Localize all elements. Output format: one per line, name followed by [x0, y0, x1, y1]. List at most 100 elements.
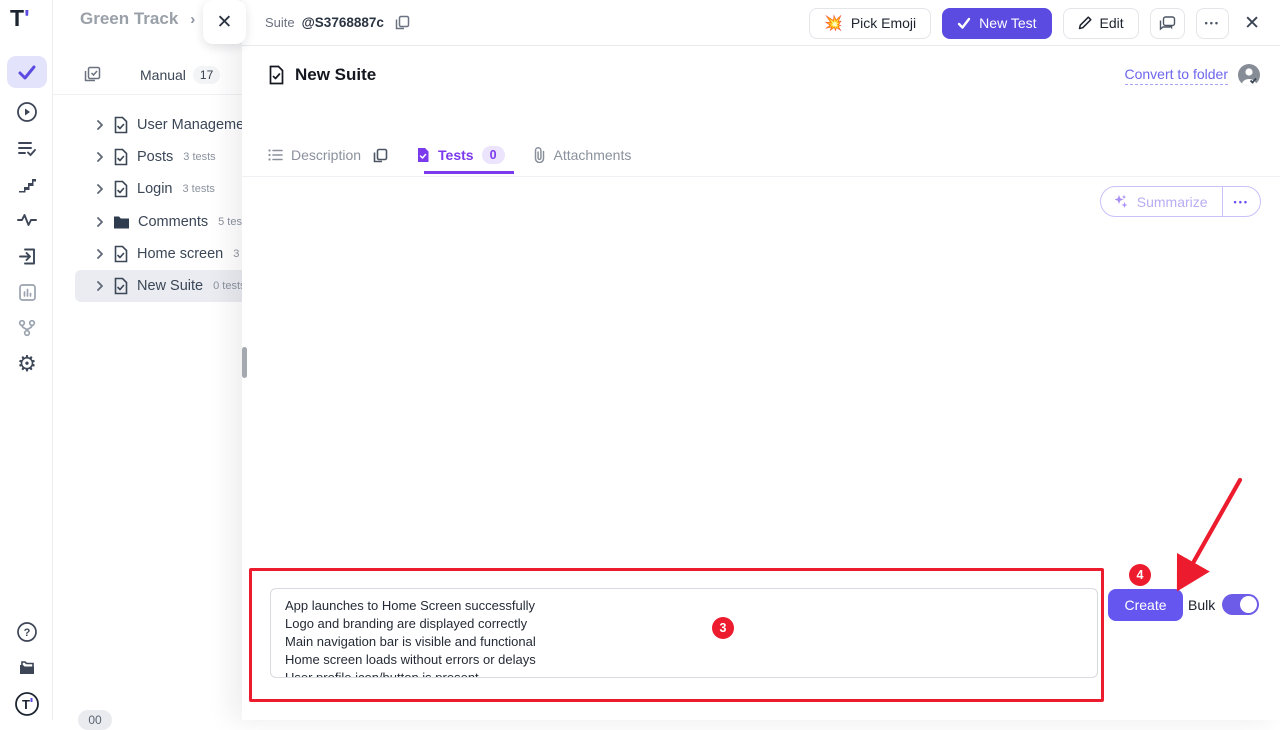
tree-label: New Suite — [137, 278, 203, 294]
rail-steps-icon[interactable] — [7, 168, 47, 200]
copy-icon[interactable] — [395, 15, 410, 30]
suite-doc-icon — [113, 180, 129, 198]
pencil-icon — [1078, 16, 1092, 30]
suite-id-value: @S3768887c — [302, 15, 384, 30]
tree-count: 0 tests — [213, 280, 245, 292]
suite-doc-icon — [268, 65, 285, 85]
manual-count-badge: 17 — [193, 66, 220, 84]
suite-id-label: Suite — [265, 15, 295, 30]
breadcrumb-project[interactable]: Green Track — [80, 9, 178, 29]
create-button[interactable]: Create — [1108, 589, 1183, 621]
summarize-more-button[interactable]: ••• — [1222, 187, 1260, 216]
suite-detail-panel: Suite @S3768887c 💥 Pick Emoji New Test E… — [242, 0, 1280, 720]
tree-label: Posts — [137, 149, 173, 165]
annotation-step-4: 4 — [1129, 564, 1151, 586]
tab-manual-label: Manual — [140, 67, 186, 83]
bulk-label: Bulk — [1188, 597, 1215, 613]
rail-runs-icon[interactable] — [7, 96, 47, 128]
tab-manual[interactable]: Manual 17 — [140, 66, 220, 84]
tree-label: Login — [137, 181, 172, 197]
sparkles-icon — [1113, 194, 1129, 210]
rail-test-plans-icon[interactable] — [7, 132, 47, 164]
emoji-icon: 💥 — [824, 14, 843, 32]
page-title: New Suite — [295, 65, 376, 85]
avatar[interactable] — [1238, 64, 1260, 86]
shortcut-badge: 00 — [78, 710, 112, 730]
more-button[interactable]: ••• — [1196, 8, 1229, 39]
close-suite-icon[interactable]: ✕ — [1240, 12, 1264, 35]
paperclip-icon — [533, 147, 546, 163]
chat-icon — [1159, 15, 1176, 32]
copy-icon[interactable] — [373, 148, 388, 163]
suite-doc-icon — [113, 148, 129, 166]
tab-description-label: Description — [291, 147, 361, 163]
summarize-button[interactable]: Summarize — [1101, 187, 1222, 216]
tree-scrollbar-thumb[interactable] — [242, 347, 247, 378]
svg-text:?: ? — [24, 627, 31, 639]
chevron-right-icon[interactable] — [95, 249, 105, 259]
rail-import-icon[interactable] — [7, 240, 47, 272]
tree-label: Comments — [138, 214, 208, 230]
rail-branches-icon[interactable] — [7, 312, 47, 344]
tab-attachments[interactable]: Attachments — [533, 140, 632, 170]
pick-emoji-label: Pick Emoji — [851, 15, 916, 31]
panel-close-button[interactable]: ✕ — [203, 0, 246, 44]
edit-button[interactable]: Edit — [1063, 8, 1139, 39]
select-all-icon[interactable] — [84, 66, 101, 83]
app-rail: T' ⚙ ? T — [0, 0, 53, 720]
tree-label: User Management — [137, 117, 256, 133]
tab-attachments-label: Attachments — [554, 147, 632, 163]
chevron-right-icon[interactable] — [95, 120, 105, 130]
check-icon — [957, 16, 971, 30]
list-icon — [268, 148, 283, 162]
tree-label: Home screen — [137, 246, 223, 262]
suite-doc-icon — [113, 245, 129, 263]
active-tab-underline — [424, 171, 514, 174]
chevron-right-icon: › — [190, 11, 195, 28]
app-logo-icon[interactable]: T' — [10, 5, 30, 32]
ellipsis-icon: ••• — [1205, 18, 1220, 28]
chevron-right-icon[interactable] — [95, 152, 105, 162]
chevron-right-icon[interactable] — [95, 217, 105, 227]
suite-detail-tabs: Description Tests 0 Attachments — [268, 140, 631, 170]
suite-header: New Suite Convert to folder — [268, 60, 1260, 90]
annotation-step-3: 3 — [712, 617, 734, 639]
rail-projects-icon[interactable] — [7, 652, 47, 684]
pick-emoji-button[interactable]: 💥 Pick Emoji — [809, 8, 931, 39]
rail-help-icon[interactable]: ? — [7, 616, 47, 648]
chevron-right-icon[interactable] — [95, 281, 105, 291]
edit-label: Edit — [1100, 15, 1124, 31]
svg-text:T: T — [22, 697, 30, 712]
suite-doc-icon — [416, 147, 430, 163]
toggle-knob — [1240, 596, 1257, 613]
suite-doc-icon — [113, 116, 129, 134]
convert-to-folder-link[interactable]: Convert to folder — [1125, 66, 1229, 85]
bulk-toggle[interactable] — [1222, 594, 1259, 615]
tabs-separator — [242, 176, 1280, 177]
rail-tests-icon[interactable] — [7, 56, 47, 88]
rail-settings-icon[interactable]: ⚙ — [7, 348, 47, 380]
bulk-tests-textarea[interactable]: App launches to Home Screen successfully… — [270, 588, 1098, 678]
chevron-right-icon[interactable] — [95, 184, 105, 194]
tests-count-badge: 0 — [482, 146, 505, 164]
close-icon: ✕ — [217, 11, 233, 34]
summarize-label: Summarize — [1137, 194, 1208, 210]
folder-icon — [113, 215, 130, 230]
tree-count: 3 tests — [183, 151, 215, 163]
new-test-button[interactable]: New Test — [942, 8, 1051, 39]
suite-topbar: Suite @S3768887c 💥 Pick Emoji New Test E… — [242, 0, 1280, 46]
summarize-split-button: Summarize ••• — [1100, 186, 1261, 217]
new-test-label: New Test — [979, 15, 1036, 31]
breadcrumb: Green Track › — [80, 9, 195, 29]
rail-profile-icon[interactable]: T — [7, 688, 47, 720]
comments-button[interactable] — [1150, 8, 1185, 39]
tab-description[interactable]: Description — [268, 140, 388, 170]
tree-count: 3 tests — [182, 183, 214, 195]
ellipsis-icon: ••• — [1234, 197, 1249, 207]
tab-tests-label: Tests — [438, 147, 474, 163]
tab-tests[interactable]: Tests 0 — [416, 140, 505, 170]
person-icon — [1238, 64, 1260, 86]
suite-doc-icon — [113, 277, 129, 295]
rail-pulse-icon[interactable] — [7, 204, 47, 236]
rail-analytics-icon[interactable] — [7, 276, 47, 308]
